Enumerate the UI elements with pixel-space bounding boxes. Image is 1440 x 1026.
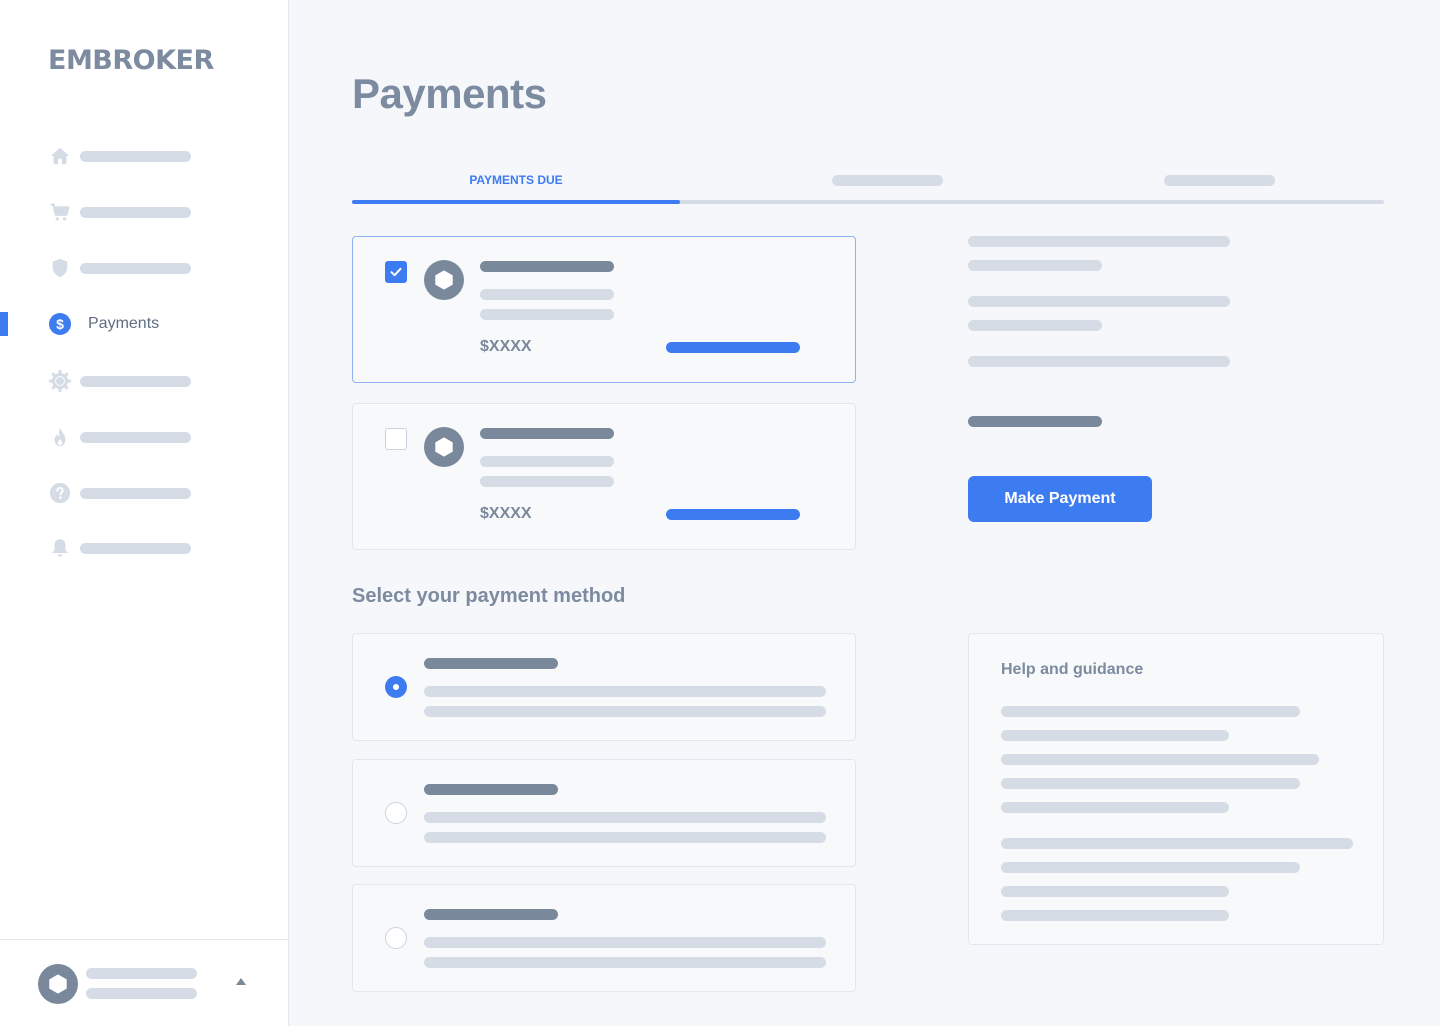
caret-up-icon[interactable] — [236, 978, 246, 985]
policy-detail-placeholder — [480, 456, 614, 467]
payment-method-option[interactable] — [352, 633, 856, 741]
payment-amount: $XXXX — [480, 338, 532, 355]
dollar-icon: $ — [48, 312, 72, 336]
sidebar-item-label: Payments — [88, 315, 160, 332]
embroker-logo[interactable]: EMBROKER — [48, 45, 214, 76]
account-name-placeholder — [86, 968, 197, 979]
shield-icon — [48, 256, 72, 280]
method-detail-placeholder — [424, 686, 826, 697]
help-text-placeholder — [1001, 910, 1229, 921]
summary-total-placeholder — [968, 416, 1102, 427]
sidebar-item-help[interactable] — [48, 481, 268, 505]
method-title-placeholder — [424, 909, 558, 920]
policy-avatar — [424, 427, 464, 467]
check-icon — [390, 267, 402, 277]
payment-method-title: Select your payment method — [352, 585, 626, 607]
help-text-placeholder — [1001, 802, 1229, 813]
summary-line-placeholder — [968, 320, 1102, 331]
sidebar-item-placeholder — [80, 262, 191, 274]
sidebar-item-placeholder — [80, 375, 191, 387]
help-text-placeholder — [1001, 838, 1353, 849]
policy-detail-placeholder — [480, 289, 614, 300]
summary-line-placeholder — [968, 356, 1230, 367]
payment-method-radio[interactable] — [385, 927, 407, 949]
policy-detail-placeholder — [480, 476, 614, 487]
method-title-placeholder — [424, 784, 558, 795]
method-detail-placeholder — [424, 812, 826, 823]
sidebar-item-home[interactable] — [48, 144, 268, 168]
page-title: Payments — [352, 70, 547, 117]
help-text-placeholder — [1001, 754, 1319, 765]
sidebar-item-cart[interactable] — [48, 200, 268, 224]
sidebar-item-notifications[interactable] — [48, 536, 268, 560]
bell-icon — [48, 536, 72, 560]
payment-link-placeholder[interactable] — [666, 342, 800, 353]
tab-label-placeholder — [831, 174, 943, 186]
account-menu[interactable] — [0, 939, 288, 1026]
sidebar-item-placeholder — [80, 150, 191, 162]
payment-checkbox[interactable] — [385, 428, 407, 450]
sidebar-item-payments[interactable]: $ Payments — [48, 312, 268, 336]
tab-active-indicator — [352, 200, 680, 204]
method-title-placeholder — [424, 658, 558, 669]
policy-title-placeholder — [480, 261, 614, 272]
sidebar-item-placeholder — [80, 487, 191, 499]
tab-third[interactable] — [1055, 160, 1383, 200]
summary-line-placeholder — [968, 296, 1230, 307]
sidebar-item-flame[interactable] — [48, 425, 268, 449]
help-text-placeholder — [1001, 706, 1300, 717]
payment-card[interactable]: $XXXX — [352, 403, 856, 550]
method-detail-placeholder — [424, 832, 826, 843]
sidebar: EMBROKER $ Payments — [0, 0, 289, 1026]
payment-link-placeholder[interactable] — [666, 509, 800, 520]
tab-payments-due[interactable]: PAYMENTS DUE — [352, 160, 680, 200]
hexagon-icon — [49, 974, 67, 994]
payment-method-option[interactable] — [352, 759, 856, 867]
help-text-placeholder — [1001, 778, 1300, 789]
summary-line-placeholder — [968, 236, 1230, 247]
summary-line-placeholder — [968, 260, 1102, 271]
sidebar-item-placeholder — [80, 542, 191, 554]
sidebar-item-settings[interactable] — [48, 369, 268, 393]
active-indicator — [0, 312, 8, 336]
payment-checkbox[interactable] — [385, 261, 407, 283]
account-email-placeholder — [86, 988, 197, 999]
method-detail-placeholder — [424, 706, 826, 717]
help-text-placeholder — [1001, 862, 1300, 873]
payment-amount: $XXXX — [480, 505, 532, 522]
help-text-placeholder — [1001, 886, 1229, 897]
tab-second[interactable] — [723, 160, 1051, 200]
policy-avatar — [424, 260, 464, 300]
help-guidance-card: Help and guidance — [968, 633, 1384, 945]
avatar — [38, 964, 78, 1004]
tab-label: PAYMENTS DUE — [469, 173, 563, 187]
home-icon — [48, 144, 72, 168]
policy-detail-placeholder — [480, 309, 614, 320]
flame-icon — [48, 425, 72, 449]
policy-title-placeholder — [480, 428, 614, 439]
sidebar-item-shield[interactable] — [48, 256, 268, 280]
tab-label-placeholder — [1163, 174, 1275, 186]
help-text-placeholder — [1001, 730, 1229, 741]
hexagon-icon — [435, 270, 453, 290]
gear-icon — [48, 369, 72, 393]
help-title: Help and guidance — [1001, 661, 1144, 678]
cart-icon — [48, 200, 72, 224]
payment-method-radio[interactable] — [385, 676, 407, 698]
payment-card[interactable]: $XXXX — [352, 236, 856, 383]
sidebar-item-placeholder — [80, 206, 191, 218]
payment-method-option[interactable] — [352, 884, 856, 992]
hexagon-icon — [435, 437, 453, 457]
make-payment-button[interactable]: Make Payment — [968, 476, 1152, 522]
method-detail-placeholder — [424, 957, 826, 968]
sidebar-item-placeholder — [80, 431, 191, 443]
payment-method-radio[interactable] — [385, 802, 407, 824]
method-detail-placeholder — [424, 937, 826, 948]
tab-bar: PAYMENTS DUE — [352, 160, 1384, 204]
help-icon — [48, 481, 72, 505]
